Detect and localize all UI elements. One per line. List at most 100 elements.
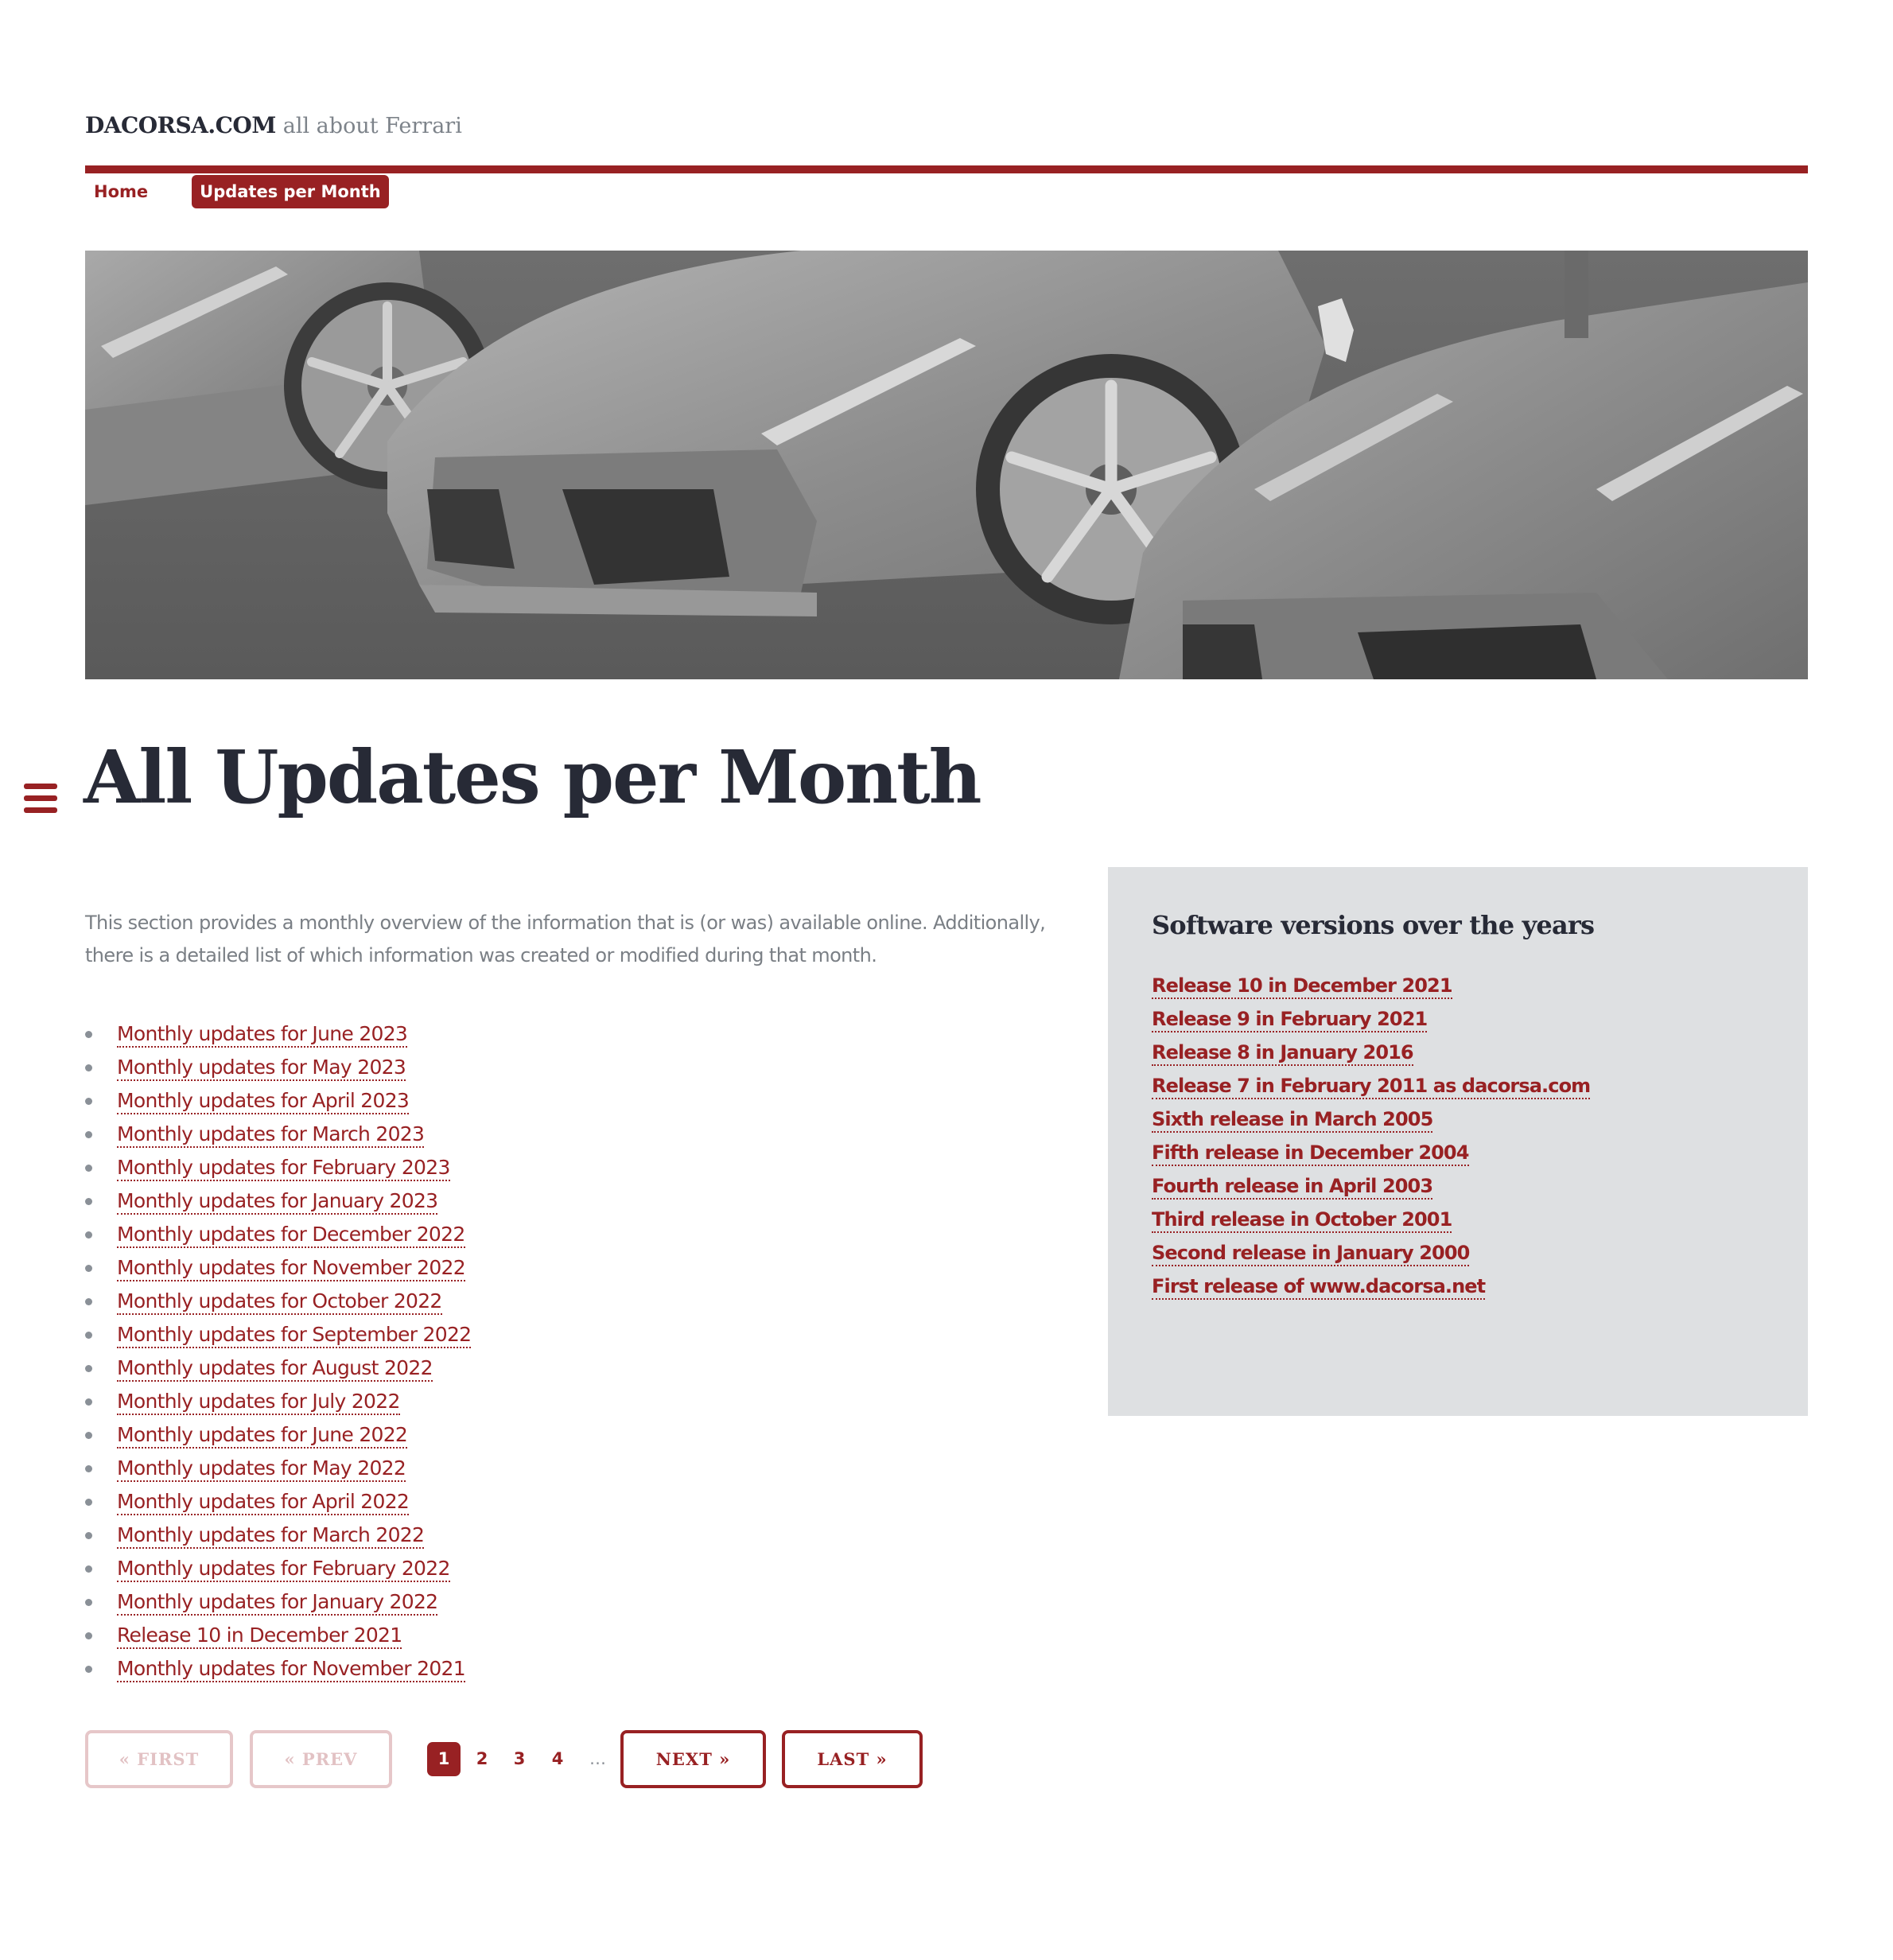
release-link[interactable]: Third release in October 2001: [1152, 1208, 1452, 1233]
list-item: Release 10 in December 2021: [85, 1621, 471, 1655]
monthly-update-link[interactable]: Monthly updates for January 2023: [117, 1189, 438, 1215]
monthly-update-link[interactable]: Monthly updates for March 2022: [117, 1523, 425, 1549]
release-link[interactable]: Release 7 in February 2011 as dacorsa.co…: [1152, 1075, 1591, 1099]
bullet-icon: [85, 1098, 92, 1105]
release-link[interactable]: Release 10 in December 2021: [1152, 974, 1453, 999]
bullet-icon: [85, 1131, 92, 1138]
monthly-update-link[interactable]: Monthly updates for June 2022: [117, 1423, 408, 1449]
bullet-icon: [85, 1666, 92, 1673]
hero-image: [85, 251, 1808, 679]
ferrari-cars-photo: [85, 251, 1808, 679]
menu-icon-bar: [24, 795, 57, 801]
bullet-icon: [85, 1632, 92, 1639]
release-link[interactable]: Release 8 in January 2016: [1152, 1041, 1414, 1066]
nav-item-home[interactable]: Home: [85, 175, 157, 208]
header-divider: [85, 165, 1808, 173]
list-item: Monthly updates for November 2022: [85, 1254, 471, 1287]
monthly-update-link[interactable]: Monthly updates for June 2023: [117, 1022, 408, 1048]
monthly-update-link[interactable]: Monthly updates for July 2022: [117, 1390, 400, 1415]
bullet-icon: [85, 1165, 92, 1172]
list-item: Monthly updates for March 2023: [85, 1120, 471, 1153]
monthly-update-link[interactable]: Monthly updates for February 2022: [117, 1557, 450, 1582]
release-link[interactable]: Fifth release in December 2004: [1152, 1141, 1469, 1166]
prev-page-button[interactable]: « PREV: [250, 1730, 392, 1788]
site-title[interactable]: DACORSA.COM all about Ferrari: [85, 110, 462, 142]
monthly-update-link[interactable]: Monthly updates for September 2022: [117, 1323, 472, 1348]
main-nav: Home Updates per Month: [85, 175, 389, 208]
monthly-update-link[interactable]: Monthly updates for January 2022: [117, 1590, 438, 1616]
list-item: Monthly updates for November 2021: [85, 1655, 471, 1688]
bullet-icon: [85, 1198, 92, 1205]
page-3-button[interactable]: 3: [510, 1742, 529, 1776]
first-page-button[interactable]: « FIRST: [85, 1730, 233, 1788]
hamburger-menu-icon[interactable]: [24, 784, 57, 813]
monthly-update-link[interactable]: Monthly updates for October 2022: [117, 1289, 442, 1315]
list-item: Release 8 in January 2016: [1152, 1038, 1590, 1071]
bullet-icon: [85, 1532, 92, 1539]
list-item: Monthly updates for February 2023: [85, 1153, 471, 1187]
monthly-update-link[interactable]: Monthly updates for May 2022: [117, 1456, 406, 1482]
monthly-update-link[interactable]: Monthly updates for April 2022: [117, 1490, 410, 1515]
list-item: Monthly updates for September 2022: [85, 1320, 472, 1354]
list-item: Monthly updates for January 2022: [85, 1588, 471, 1621]
list-item: Monthly updates for July 2022: [85, 1387, 471, 1421]
list-item: Monthly updates for February 2022: [85, 1554, 471, 1588]
page-2-button[interactable]: 2: [472, 1742, 492, 1776]
monthly-update-link[interactable]: Monthly updates for February 2023: [117, 1156, 450, 1181]
monthly-update-link[interactable]: Monthly updates for November 2022: [117, 1256, 466, 1281]
list-item: First release of www.dacorsa.net: [1152, 1272, 1590, 1305]
bullet-icon: [85, 1231, 92, 1239]
release-link[interactable]: Sixth release in March 2005: [1152, 1108, 1433, 1133]
list-item: Monthly updates for June 2022: [85, 1421, 471, 1454]
next-page-button[interactable]: NEXT »: [620, 1730, 766, 1788]
monthly-update-link[interactable]: Monthly updates for March 2023: [117, 1122, 425, 1148]
site-tagline: all about Ferrari: [282, 114, 462, 138]
list-item: Sixth release in March 2005: [1152, 1105, 1590, 1138]
menu-icon-bar: [24, 807, 57, 813]
software-versions-sidebar: Software versions over the years Release…: [1108, 867, 1808, 1416]
list-item: Monthly updates for April 2022: [85, 1488, 471, 1521]
bullet-icon: [85, 1365, 92, 1372]
release-link[interactable]: Second release in January 2000: [1152, 1242, 1470, 1266]
monthly-update-link[interactable]: Monthly updates for November 2021: [117, 1657, 466, 1682]
bullet-icon: [85, 1499, 92, 1506]
page-1-button[interactable]: 1: [427, 1742, 461, 1776]
list-item: Monthly updates for December 2022: [85, 1220, 471, 1254]
monthly-update-link[interactable]: Release 10 in December 2021: [117, 1624, 402, 1649]
bullet-icon: [85, 1565, 92, 1573]
list-item: Monthly updates for May 2023: [85, 1053, 471, 1087]
list-item: Monthly updates for April 2023: [85, 1087, 471, 1120]
bullet-icon: [85, 1465, 92, 1472]
release-link[interactable]: First release of www.dacorsa.net: [1152, 1275, 1486, 1300]
bullet-icon: [85, 1398, 92, 1406]
bullet-icon: [85, 1432, 92, 1439]
release-link[interactable]: Fourth release in April 2003: [1152, 1175, 1433, 1200]
bullet-icon: [85, 1298, 92, 1305]
nav-item-updates-per-month[interactable]: Updates per Month: [192, 175, 389, 208]
last-page-button[interactable]: LAST »: [782, 1730, 923, 1788]
list-item: Fifth release in December 2004: [1152, 1138, 1590, 1172]
bullet-icon: [85, 1265, 92, 1272]
list-item: Monthly updates for August 2022: [85, 1354, 471, 1387]
monthly-update-link[interactable]: Monthly updates for August 2022: [117, 1356, 433, 1382]
intro-text: This section provides a monthly overview…: [85, 912, 1046, 966]
bullet-icon: [85, 1064, 92, 1071]
monthly-updates-list: Monthly updates for June 2023 Monthly up…: [85, 1020, 472, 1688]
pagination-ellipsis: …: [589, 1749, 606, 1768]
list-item: Release 7 in February 2011 as dacorsa.co…: [1152, 1071, 1591, 1105]
bullet-icon: [85, 1332, 92, 1339]
monthly-update-link[interactable]: Monthly updates for April 2023: [117, 1089, 410, 1114]
list-item: Monthly updates for June 2023: [85, 1020, 471, 1053]
monthly-update-link[interactable]: Monthly updates for December 2022: [117, 1223, 465, 1248]
release-link[interactable]: Release 9 in February 2021: [1152, 1008, 1428, 1032]
page-4-button[interactable]: 4: [548, 1742, 567, 1776]
bullet-icon: [85, 1599, 92, 1606]
page-title: All Updates per Month: [84, 734, 981, 820]
list-item: Monthly updates for October 2022: [85, 1287, 471, 1320]
list-item: Monthly updates for May 2022: [85, 1454, 471, 1488]
list-item: Release 9 in February 2021: [1152, 1005, 1590, 1038]
monthly-update-link[interactable]: Monthly updates for May 2023: [117, 1056, 406, 1081]
list-item: Second release in January 2000: [1152, 1239, 1590, 1272]
site-brand[interactable]: DACORSA.COM: [85, 112, 276, 138]
list-item: Release 10 in December 2021: [1152, 971, 1590, 1005]
